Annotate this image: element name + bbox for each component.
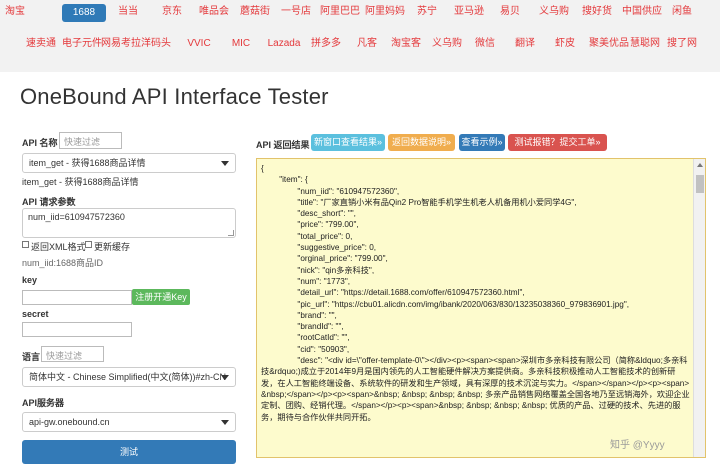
nav-link-row1-3[interactable]: 京东: [158, 5, 186, 18]
result-scrollbar[interactable]: [693, 159, 705, 457]
language-select-value: 简体中文 - Chinese Simplified(中文(简体))#zh-CN: [29, 372, 227, 382]
api-name-label: API 名称: [22, 138, 58, 148]
result-button-1[interactable]: 返回数据说明»: [388, 134, 455, 151]
nav-row-1: 淘宝 1688 当当 京东 唯品会 蘑菇街 一号店 阿里巴巴 阿里妈妈 苏宁 亚马逊 易贝 义乌购 搜好货…: [0, 4, 720, 25]
request-params-value: num_iid=610947572360: [28, 212, 125, 222]
chevron-down-icon: [221, 375, 229, 380]
nav-link-row1-0[interactable]: 淘宝: [2, 5, 28, 18]
nav-link-row2-0[interactable]: 速卖通: [26, 37, 56, 50]
nav-link-row1-13[interactable]: 搜好货: [580, 5, 614, 18]
nav-link-row2-7[interactable]: 拼多多: [309, 37, 343, 50]
language-filter-input[interactable]: 快速过滤: [41, 346, 104, 362]
server-select-value: api-gw.onebound.cn: [29, 417, 110, 427]
nav-link-row1-15[interactable]: 闲鱼: [670, 5, 694, 18]
nav-link-row2-15[interactable]: 慧聪网: [629, 37, 661, 50]
nav-link-row2-14[interactable]: 聚美优品: [589, 37, 629, 50]
result-button-0[interactable]: 新窗口查看结果»: [311, 134, 385, 151]
secret-label: secret: [22, 309, 49, 319]
api-description: item_get - 获得1688商品详情: [22, 177, 139, 187]
result-label: API 返回结果: [256, 140, 310, 150]
nav-link-row1-10[interactable]: 亚马逊: [451, 5, 487, 18]
result-text: { "item": { "num_iid": "610947572360", "…: [261, 164, 690, 422]
nav-link-row1-5[interactable]: 蘑菇街: [238, 5, 272, 18]
nav-link-row2-6[interactable]: Lazada: [266, 37, 302, 50]
nav-link-row1-7[interactable]: 阿里巴巴: [319, 5, 361, 18]
param-hint: num_iid:1688商品ID: [22, 258, 104, 268]
secret-input[interactable]: [22, 322, 132, 337]
language-select[interactable]: 简体中文 - Chinese Simplified(中文(简体))#zh-CN: [22, 367, 236, 387]
page-title: OneBound API Interface Tester: [20, 84, 329, 109]
nav-link-row2-16[interactable]: 搜了网: [666, 37, 698, 50]
register-key-button[interactable]: 注册开通Key: [132, 289, 190, 305]
result-output[interactable]: { "item": { "num_iid": "610947572360", "…: [256, 158, 706, 458]
api-filter-input[interactable]: 快速过滤: [59, 132, 122, 149]
nav-link-row2-9[interactable]: 淘宝客: [390, 37, 422, 50]
nav-link-row2-2[interactable]: 网易考拉: [101, 37, 141, 50]
api-select-value: item_get - 获得1688商品详情: [29, 158, 146, 168]
test-button[interactable]: 测试: [22, 440, 236, 464]
nav-link-row1-1[interactable]: 1688: [62, 4, 106, 22]
server-label: API服务器: [22, 398, 65, 408]
result-button-3[interactable]: 测试报错？提交工单»: [508, 134, 607, 151]
nav-link-row2-8[interactable]: 凡客: [355, 37, 379, 50]
nav-link-row1-11[interactable]: 易贝: [496, 5, 524, 18]
nav-link-row1-9[interactable]: 苏宁: [414, 5, 440, 18]
nav-link-row1-8[interactable]: 阿里妈妈: [364, 5, 406, 18]
server-select[interactable]: api-gw.onebound.cn: [22, 412, 236, 432]
nav-link-row2-4[interactable]: VVIC: [187, 37, 211, 50]
nav-link-row2-5[interactable]: MIC: [229, 37, 253, 50]
nav-link-row1-12[interactable]: 义乌购: [537, 5, 571, 18]
key-label: key: [22, 275, 38, 285]
nav-link-row1-6[interactable]: 一号店: [281, 5, 311, 18]
watermark: 知乎 @Yyyy: [610, 440, 665, 451]
nav-link-row2-13[interactable]: 虾皮: [553, 37, 577, 50]
update-cache-checkbox[interactable]: [85, 241, 92, 248]
request-params-label: API 请求参数: [22, 197, 76, 207]
nav-link-row2-1[interactable]: 电子元件: [62, 37, 102, 50]
api-select[interactable]: item_get - 获得1688商品详情: [22, 153, 236, 173]
chevron-down-icon: [221, 161, 229, 166]
nav-link-row1-2[interactable]: 当当: [114, 5, 142, 18]
nav-link-row2-10[interactable]: 义乌购: [430, 37, 464, 50]
nav-link-row1-4[interactable]: 唯品会: [197, 5, 231, 18]
return-xml-label: 返回XML格式: [31, 242, 86, 252]
chevron-down-icon: [221, 420, 229, 425]
return-xml-checkbox[interactable]: [22, 241, 29, 248]
top-nav: 淘宝 1688 当当 京东 唯品会 蘑菇街 一号店 阿里巴巴 阿里妈妈 苏宁 亚马逊 易贝 义乌购 搜好货…: [0, 0, 720, 72]
resize-grip-icon[interactable]: [228, 230, 234, 236]
nav-link-row1-14[interactable]: 中国供应: [620, 5, 664, 18]
scroll-thumb[interactable]: [696, 175, 704, 193]
scroll-up-icon[interactable]: [697, 163, 703, 167]
nav-link-row2-12[interactable]: 翻译: [513, 37, 537, 50]
nav-link-row2-11[interactable]: 微信: [473, 37, 497, 50]
request-params-textarea[interactable]: num_iid=610947572360: [22, 208, 236, 238]
key-input[interactable]: [22, 290, 132, 305]
result-button-2[interactable]: 查看示例»: [459, 134, 505, 151]
update-cache-label: 更新缓存: [94, 242, 131, 252]
nav-link-row2-3[interactable]: 洋码头: [139, 37, 173, 50]
nav-row-2: 速卖通 电子元件 网易考拉 洋码头 VVIC MIC Lazada 拼多多 凡客 淘宝客 义乌购 微信…: [0, 37, 720, 57]
language-label: 语言: [22, 352, 41, 362]
